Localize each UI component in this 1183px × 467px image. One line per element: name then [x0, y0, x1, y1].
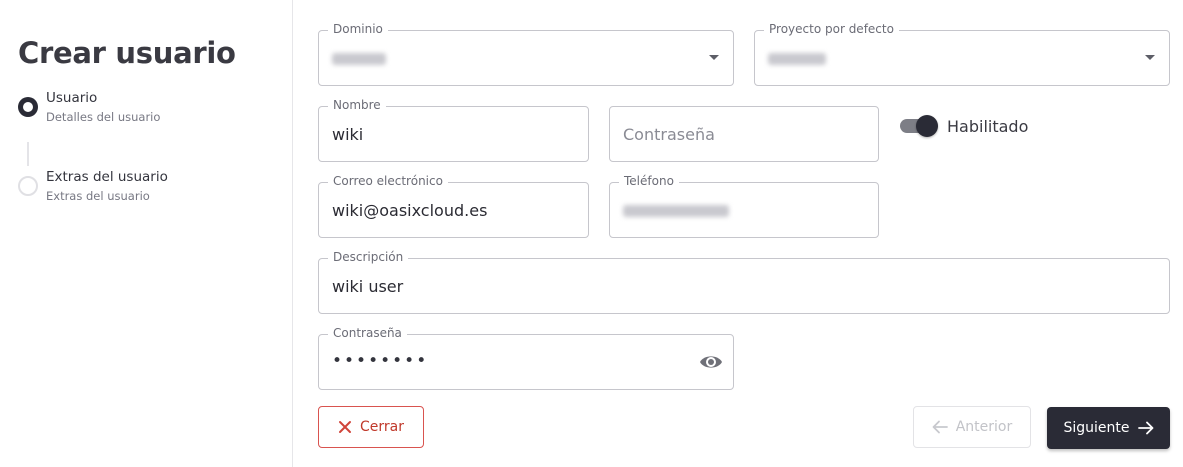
default-project-value-redacted	[768, 53, 826, 65]
domain-value-redacted	[332, 53, 386, 65]
close-button[interactable]: Cerrar	[318, 406, 424, 448]
name-label: Nombre	[328, 98, 386, 112]
phone-field[interactable]: Teléfono	[609, 174, 879, 238]
password-label: Contraseña	[328, 326, 407, 340]
page-title: Crear usuario	[18, 36, 236, 70]
step-subtitle: Extras del usuario	[46, 189, 150, 203]
step-title: Extras del usuario	[46, 169, 168, 185]
description-label: Descripción	[328, 250, 409, 264]
chevron-down-icon[interactable]	[1145, 55, 1155, 60]
name-field[interactable]: Nombre wiki	[318, 98, 589, 162]
enabled-toggle[interactable]	[900, 115, 938, 137]
close-button-label: Cerrar	[360, 419, 404, 435]
email-value: wiki@oasixcloud.es	[332, 201, 488, 220]
name-value: wiki	[332, 125, 364, 144]
close-icon	[338, 420, 352, 434]
default-project-select[interactable]: Proyecto por defecto	[754, 22, 1170, 86]
password-field[interactable]: Contraseña ••••••••	[318, 326, 734, 390]
arrow-right-icon	[1137, 421, 1154, 435]
step-subtitle: Detalles del usuario	[46, 110, 161, 124]
domain-select[interactable]: Dominio	[318, 22, 734, 86]
next-button[interactable]: Siguiente	[1047, 407, 1170, 449]
step-title: Usuario	[46, 90, 98, 106]
stepper-sidebar: Crear usuario Usuario Detalles del usuar…	[0, 0, 293, 467]
arrow-left-icon	[932, 420, 948, 434]
step-connector	[27, 142, 29, 166]
toggle-thumb	[916, 115, 938, 137]
email-label: Correo electrónico	[328, 174, 448, 188]
description-value: wiki user	[332, 277, 404, 296]
password-confirm-placeholder: Contraseña	[623, 125, 715, 144]
step-active-indicator	[18, 97, 38, 117]
phone-label: Teléfono	[619, 174, 679, 188]
previous-button[interactable]: Anterior	[913, 406, 1031, 448]
next-button-label: Siguiente	[1063, 420, 1130, 436]
previous-button-label: Anterior	[955, 419, 1013, 435]
domain-label: Dominio	[328, 22, 388, 36]
password-confirm-field[interactable]: Contraseña	[609, 106, 879, 162]
email-field[interactable]: Correo electrónico wiki@oasixcloud.es	[318, 174, 589, 238]
default-project-label: Proyecto por defecto	[764, 22, 899, 36]
eye-icon[interactable]	[699, 352, 723, 372]
password-value: ••••••••	[332, 351, 429, 371]
step-inactive-indicator	[18, 176, 38, 196]
description-field[interactable]: Descripción wiki user	[318, 250, 1170, 314]
chevron-down-icon[interactable]	[709, 55, 719, 60]
enabled-label: Habilitado	[947, 117, 1029, 136]
phone-value-redacted	[623, 205, 729, 217]
